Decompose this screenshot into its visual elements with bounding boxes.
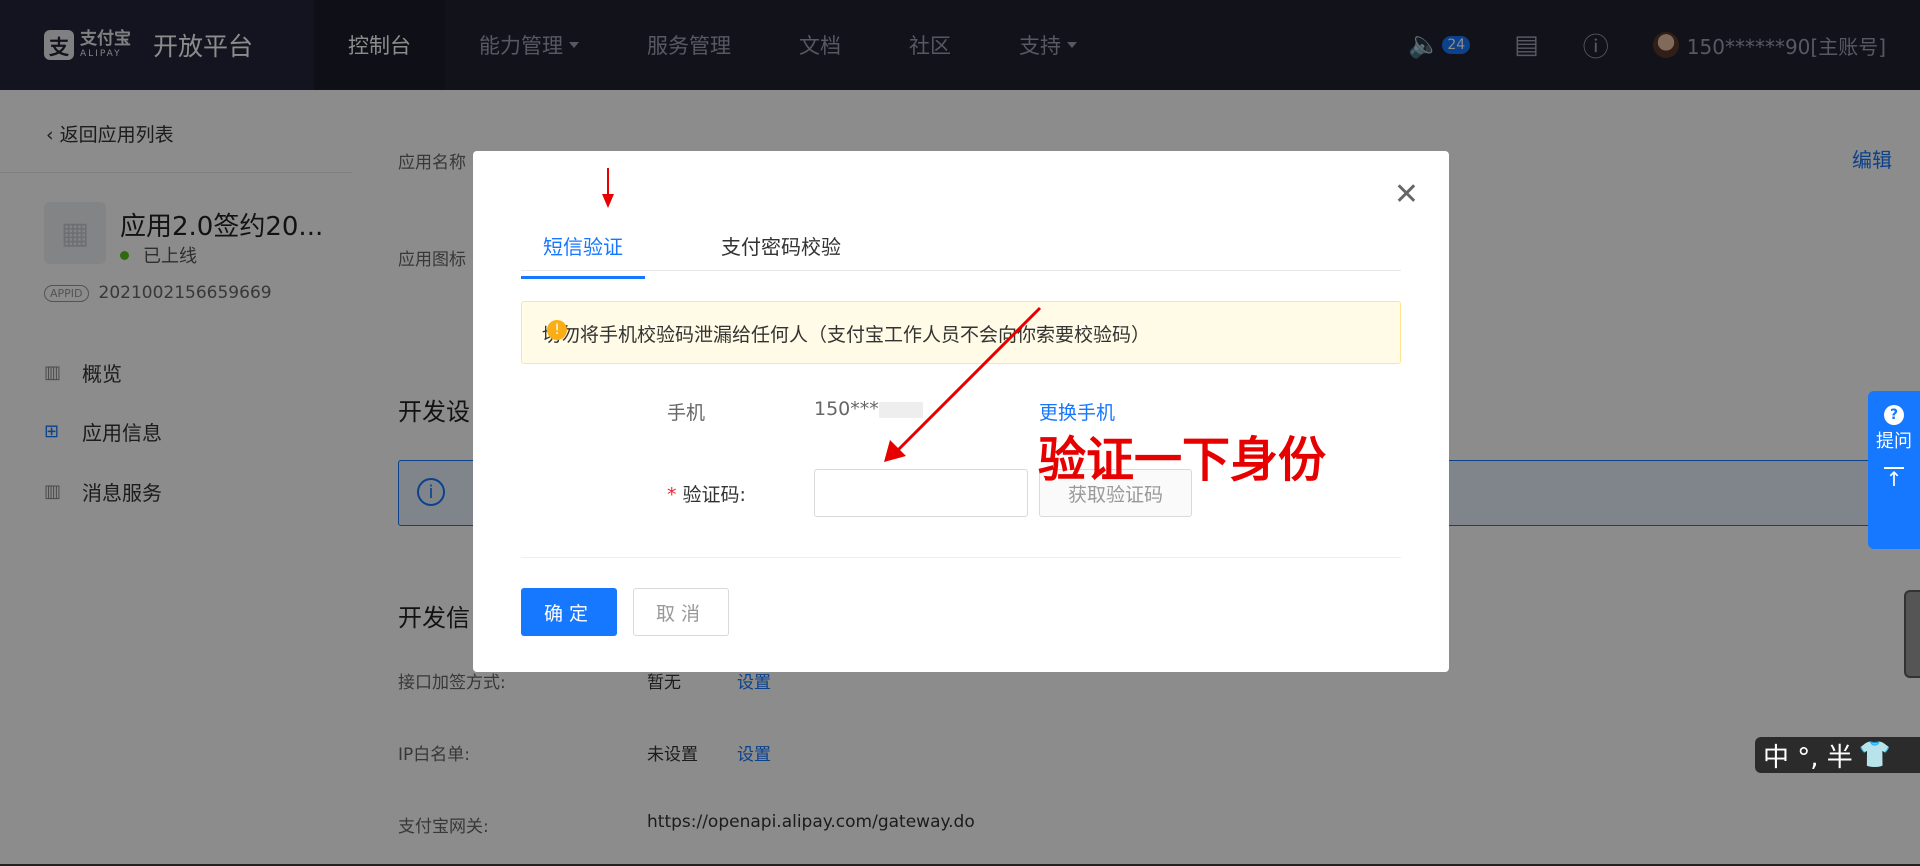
ime-status: 中 °, 半 [1763, 742, 1853, 773]
ime-toolbar[interactable]: 中 °, 半 👕 [1755, 737, 1920, 773]
ask-label: 提问 [1876, 431, 1912, 452]
shirt-icon: 👕 [1858, 740, 1892, 770]
arrow-head [602, 194, 614, 208]
arrow-to-code-input [894, 306, 1042, 454]
annotation-text: 验证一下身份 [1038, 432, 1327, 488]
question-icon: ? [1884, 405, 1904, 425]
back-to-top-icon[interactable]: ↑ [1884, 467, 1904, 489]
side-scroll-handle[interactable] [1904, 590, 1920, 678]
ask-question-widget[interactable]: ? 提问 ↑ [1868, 391, 1920, 549]
annotation-arrows [602, 168, 1042, 462]
